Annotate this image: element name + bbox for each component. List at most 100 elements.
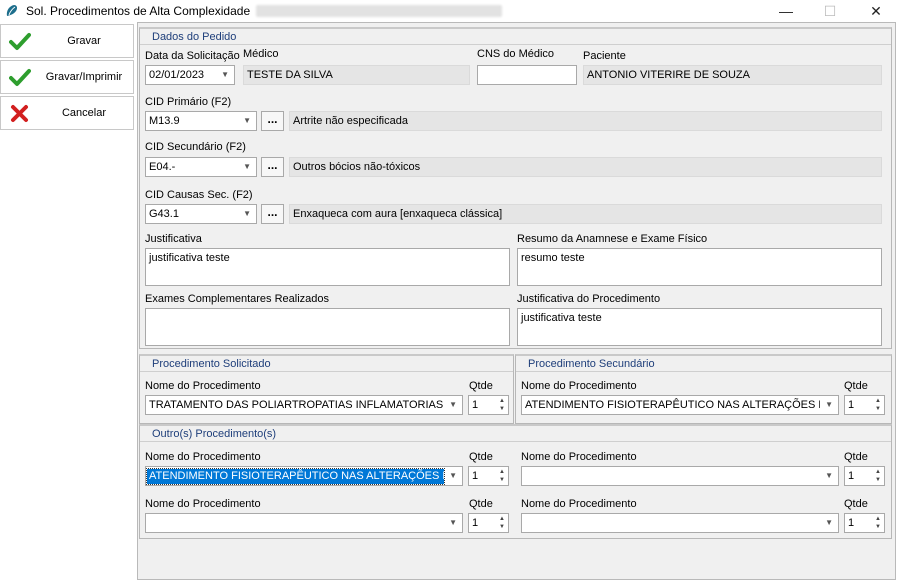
others-group-header: Outro(s) Procedimento(s) xyxy=(140,426,891,442)
other-procedure-value xyxy=(523,516,820,531)
save-button[interactable]: Gravar xyxy=(0,24,134,58)
toolbar: Gravar Gravar/Imprimir Cancelar xyxy=(0,22,137,585)
other-qty-label: Qtde xyxy=(844,451,868,463)
cancel-button[interactable]: Cancelar xyxy=(0,96,134,130)
other-qty-stepper[interactable]: 1 ▲ ▼ xyxy=(844,513,885,533)
cid-primary-code: M13.9 xyxy=(149,115,180,127)
other-procedure-combo[interactable]: ▼ xyxy=(145,513,463,533)
date-label: Data da Solicitação xyxy=(145,50,240,62)
cid-causes-description[interactable]: Enxaqueca com aura [enxaqueca clássica] xyxy=(289,204,882,224)
chevron-down-icon[interactable]: ▼ xyxy=(243,209,251,218)
order-group-header: Dados do Pedido xyxy=(140,29,891,45)
requested-group-header: Procedimento Solicitado xyxy=(140,356,513,372)
other-qty-stepper[interactable]: 1 ▲ ▼ xyxy=(468,513,509,533)
cns-label: CNS do Médico xyxy=(477,48,555,60)
other-qty-label: Qtde xyxy=(469,498,493,510)
chevron-down-icon[interactable]: ▼ xyxy=(221,70,229,79)
other-procedure-combo[interactable]: ATENDIMENTO FISIOTERAPÊUTICO NAS ALTERAÇ… xyxy=(145,466,463,486)
cns-field[interactable] xyxy=(477,65,577,85)
order-group-title: Dados do Pedido xyxy=(152,31,237,43)
cid-secondary-code: E04.- xyxy=(149,161,176,173)
cid-causes-label: CID Causas Sec. (F2) xyxy=(145,189,253,201)
secondary-group-header: Procedimento Secundário xyxy=(516,356,891,372)
minimize-button[interactable]: — xyxy=(763,0,809,22)
secondary-name-label: Nome do Procedimento xyxy=(521,380,637,392)
check-icon xyxy=(9,69,31,86)
cid-causes-lookup-button[interactable]: ... xyxy=(261,204,284,224)
cid-causes-combo[interactable]: G43.1 ▼ xyxy=(145,204,257,224)
spin-down-icon[interactable]: ▼ xyxy=(499,406,505,412)
chevron-down-icon[interactable]: ▼ xyxy=(449,518,457,527)
doctor-field[interactable]: TESTE DA SILVA xyxy=(243,65,470,85)
close-button[interactable]: ✕ xyxy=(853,0,899,22)
exams-label: Exames Complementares Realizados xyxy=(145,293,330,305)
requested-qty-stepper[interactable]: 1 ▲ ▼ xyxy=(468,395,509,415)
requested-qty-value: 1 xyxy=(472,399,479,411)
other-procedure-value xyxy=(147,516,444,531)
cid-secondary-description[interactable]: Outros bócios não-tóxicos xyxy=(289,157,882,177)
others-group-title: Outro(s) Procedimento(s) xyxy=(152,428,277,440)
other-qty-value: 1 xyxy=(472,470,479,482)
chevron-down-icon[interactable]: ▼ xyxy=(825,518,833,527)
other-procedure-combo[interactable]: ▼ xyxy=(521,513,839,533)
spin-up-icon[interactable]: ▲ xyxy=(875,469,881,475)
spin-up-icon[interactable]: ▲ xyxy=(875,398,881,404)
justification-label: Justificativa xyxy=(145,233,202,245)
cid-primary-lookup-button[interactable]: ... xyxy=(261,111,284,131)
spin-down-icon[interactable]: ▼ xyxy=(875,406,881,412)
save-print-label: Gravar/Imprimir xyxy=(45,71,123,83)
other-qty-stepper[interactable]: 1 ▲ ▼ xyxy=(468,466,509,486)
requested-group-title: Procedimento Solicitado xyxy=(152,358,271,370)
chevron-down-icon[interactable]: ▼ xyxy=(449,471,457,480)
cancel-label: Cancelar xyxy=(61,107,107,119)
spin-up-icon[interactable]: ▲ xyxy=(499,398,505,404)
spin-up-icon[interactable]: ▲ xyxy=(499,516,505,522)
cid-secondary-combo[interactable]: E04.- ▼ xyxy=(145,157,257,177)
cid-secondary-label: CID Secundário (F2) xyxy=(145,141,246,153)
secondary-procedure-value: ATENDIMENTO FISIOTERAPÊUTICO NAS ALTERAÇ… xyxy=(525,399,820,411)
date-value: 02/01/2023 xyxy=(149,69,205,81)
secondary-procedure-combo[interactable]: ATENDIMENTO FISIOTERAPÊUTICO NAS ALTERAÇ… xyxy=(521,395,839,415)
chevron-down-icon[interactable]: ▼ xyxy=(825,471,833,480)
title-bar: Sol. Procedimentos de Alta Complexidade … xyxy=(0,0,902,22)
window-title: Sol. Procedimentos de Alta Complexidade xyxy=(26,4,251,18)
other-qty-stepper[interactable]: 1 ▲ ▼ xyxy=(844,466,885,486)
secondary-qty-value: 1 xyxy=(848,399,855,411)
check-icon xyxy=(9,33,31,50)
other-procedure-combo[interactable]: ▼ xyxy=(521,466,839,486)
requested-procedure-combo[interactable]: TRATAMENTO DAS POLIARTROPATIAS INFLAMATO… xyxy=(145,395,463,415)
spin-up-icon[interactable]: ▲ xyxy=(499,469,505,475)
chevron-down-icon[interactable]: ▼ xyxy=(243,116,251,125)
maximize-button[interactable]: ☐ xyxy=(807,0,853,22)
spin-up-icon[interactable]: ▲ xyxy=(875,516,881,522)
spin-down-icon[interactable]: ▼ xyxy=(875,524,881,530)
cid-causes-code: G43.1 xyxy=(149,208,179,220)
chevron-down-icon[interactable]: ▼ xyxy=(825,400,833,409)
patient-label: Paciente xyxy=(583,50,626,62)
spin-down-icon[interactable]: ▼ xyxy=(499,477,505,483)
spin-down-icon[interactable]: ▼ xyxy=(875,477,881,483)
cid-primary-combo[interactable]: M13.9 ▼ xyxy=(145,111,257,131)
other-qty-value: 1 xyxy=(848,517,855,529)
justification-textarea[interactable]: justificativa teste xyxy=(145,248,510,286)
doctor-label: Médico xyxy=(243,48,279,60)
cid-secondary-lookup-button[interactable]: ... xyxy=(261,157,284,177)
other-qty-value: 1 xyxy=(848,470,855,482)
patient-field[interactable]: ANTONIO VITERIRE DE SOUZA xyxy=(583,65,882,85)
other-qty-label: Qtde xyxy=(469,451,493,463)
requested-name-label: Nome do Procedimento xyxy=(145,380,261,392)
spin-down-icon[interactable]: ▼ xyxy=(499,524,505,530)
other-qty-value: 1 xyxy=(472,517,479,529)
other-name-label: Nome do Procedimento xyxy=(521,451,637,463)
chevron-down-icon[interactable]: ▼ xyxy=(243,162,251,171)
cid-primary-label: CID Primário (F2) xyxy=(145,96,232,108)
proc-justification-textarea[interactable]: justificativa teste xyxy=(517,308,882,346)
cid-primary-description[interactable]: Artrite não especificada xyxy=(289,111,882,131)
secondary-qty-stepper[interactable]: 1 ▲ ▼ xyxy=(844,395,885,415)
summary-textarea[interactable]: resumo teste xyxy=(517,248,882,286)
chevron-down-icon[interactable]: ▼ xyxy=(449,400,457,409)
summary-label: Resumo da Anamnese e Exame Físico xyxy=(517,233,708,245)
save-print-button[interactable]: Gravar/Imprimir xyxy=(0,60,134,94)
date-picker[interactable]: 02/01/2023 ▼ xyxy=(145,65,235,85)
exams-textarea[interactable] xyxy=(145,308,510,346)
